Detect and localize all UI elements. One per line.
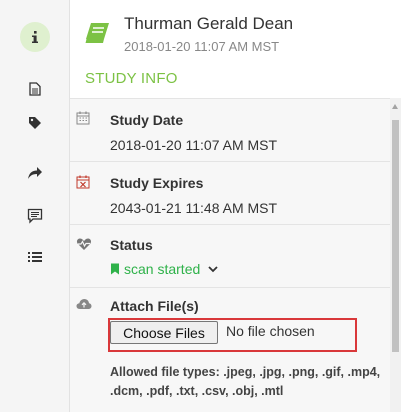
study-header: Thurman Gerald Dean 2018-01-20 11:07 AM … xyxy=(70,0,401,98)
study-info-panel: Study Date 2018-01-20 11:07 AM MST Study… xyxy=(70,98,390,412)
book-icon xyxy=(84,23,109,44)
section-title: STUDY INFO xyxy=(85,70,178,87)
status-label: Status xyxy=(110,237,153,253)
info-icon xyxy=(32,31,38,43)
calendar-expired-icon xyxy=(76,175,90,189)
row-divider xyxy=(70,161,390,162)
document-icon xyxy=(29,82,41,96)
study-date-value: 2018-01-20 11:07 AM MST xyxy=(110,137,278,153)
scroll-up-arrow[interactable] xyxy=(392,104,398,109)
tag-icon xyxy=(29,117,41,129)
patient-name: Thurman Gerald Dean xyxy=(124,14,294,33)
heartbeat-icon xyxy=(76,238,92,250)
study-datetime: 2018-01-20 11:07 AM MST xyxy=(124,39,280,54)
status-dropdown[interactable]: scan started xyxy=(110,261,219,277)
allowed-file-types: Allowed file types: .jpeg, .jpg, .png, .… xyxy=(110,365,381,398)
comment-tab-button[interactable] xyxy=(20,201,50,231)
list-icon xyxy=(28,252,42,262)
comment-icon xyxy=(27,208,43,224)
study-expires-value: 2043-01-21 11:48 AM MST xyxy=(110,200,278,216)
panel-scrollbar[interactable] xyxy=(390,98,401,412)
study-date-label: Study Date xyxy=(110,112,184,128)
attach-files-label: Attach File(s) xyxy=(110,298,199,314)
choose-files-button[interactable]: Choose Files xyxy=(110,321,218,344)
scroll-thumb[interactable] xyxy=(392,120,399,352)
share-icon xyxy=(28,167,42,179)
document-tab-button[interactable] xyxy=(20,74,50,104)
study-expires-label: Study Expires xyxy=(110,175,204,191)
share-tab-button[interactable] xyxy=(20,158,50,188)
side-icon-rail xyxy=(0,0,70,412)
row-divider xyxy=(70,224,390,225)
info-tab-button[interactable] xyxy=(20,22,50,52)
chevron-down-icon xyxy=(208,266,218,273)
cloud-upload-icon xyxy=(76,299,92,309)
tag-tab-button[interactable] xyxy=(20,108,50,138)
no-file-chosen-text: No file chosen xyxy=(226,323,315,339)
calendar-icon xyxy=(76,111,90,125)
row-divider xyxy=(70,287,390,288)
bookmark-icon xyxy=(111,263,119,275)
status-value: scan started xyxy=(124,261,201,277)
list-tab-button[interactable] xyxy=(20,242,50,272)
